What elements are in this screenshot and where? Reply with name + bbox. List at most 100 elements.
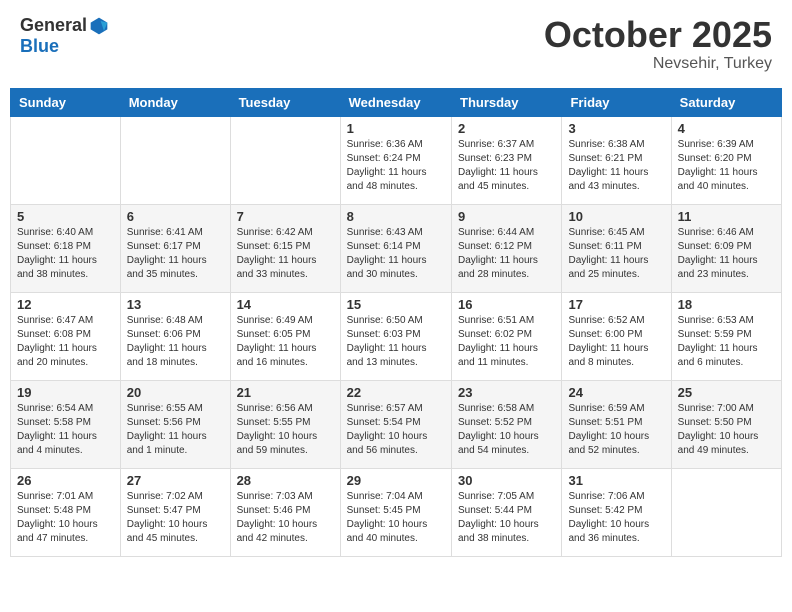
day-info: Sunrise: 6:55 AM Sunset: 5:56 PM Dayligh…: [127, 402, 224, 458]
day-number: 10: [568, 209, 664, 224]
day-number: 6: [127, 209, 224, 224]
calendar-cell: [11, 116, 121, 204]
logo-icon: [89, 16, 109, 36]
location-title: Nevsehir, Turkey: [544, 55, 772, 73]
month-title: October 2025: [544, 15, 772, 55]
day-number: 16: [458, 297, 555, 312]
day-number: 20: [127, 385, 224, 400]
week-row-5: 26Sunrise: 7:01 AM Sunset: 5:48 PM Dayli…: [11, 468, 782, 556]
day-info: Sunrise: 6:44 AM Sunset: 6:12 PM Dayligh…: [458, 226, 555, 282]
day-number: 11: [678, 209, 775, 224]
day-number: 9: [458, 209, 555, 224]
day-info: Sunrise: 6:56 AM Sunset: 5:55 PM Dayligh…: [237, 402, 334, 458]
calendar-cell: 12 Sunrise: 6:47 AM Sunset: 6:08 PM Dayli…: [11, 292, 121, 380]
title-block: October 2025 Nevsehir, Turkey: [544, 15, 772, 73]
day-info: Sunrise: 6:54 AM Sunset: 5:58 PM Dayligh…: [17, 402, 114, 458]
day-number: 17: [568, 297, 664, 312]
weekday-header-saturday: Saturday: [671, 88, 781, 116]
day-info: Sunrise: 6:37 AM Sunset: 6:23 PM Dayligh…: [458, 138, 555, 194]
calendar-cell: 29 Sunrise: 7:04 AM Sunset: 5:45 PM Dayli…: [340, 468, 451, 556]
day-info: Sunrise: 6:46 AM Sunset: 6:09 PM Dayligh…: [678, 226, 775, 282]
weekday-header-monday: Monday: [120, 88, 230, 116]
weekday-header-row: SundayMondayTuesdayWednesdayThursdayFrid…: [11, 88, 782, 116]
calendar-cell: 7 Sunrise: 6:42 AM Sunset: 6:15 PM Daylig…: [230, 204, 340, 292]
week-row-1: 1Sunrise: 6:36 AM Sunset: 6:24 PM Daylig…: [11, 116, 782, 204]
day-number: 25: [678, 385, 775, 400]
day-number: 8: [347, 209, 445, 224]
calendar-cell: 26Sunrise: 7:01 AM Sunset: 5:48 PM Dayli…: [11, 468, 121, 556]
day-number: 24: [568, 385, 664, 400]
day-info: Sunrise: 7:02 AM Sunset: 5:47 PM Dayligh…: [127, 490, 224, 546]
day-info: Sunrise: 6:38 AM Sunset: 6:21 PM Dayligh…: [568, 138, 664, 194]
day-info: Sunrise: 7:06 AM Sunset: 5:42 PM Dayligh…: [568, 490, 664, 546]
calendar-cell: 1Sunrise: 6:36 AM Sunset: 6:24 PM Daylig…: [340, 116, 451, 204]
calendar-cell: 28 Sunrise: 7:03 AM Sunset: 5:46 PM Dayli…: [230, 468, 340, 556]
day-info: Sunrise: 6:58 AM Sunset: 5:52 PM Dayligh…: [458, 402, 555, 458]
calendar-cell: 27 Sunrise: 7:02 AM Sunset: 5:47 PM Dayli…: [120, 468, 230, 556]
day-number: 28: [237, 473, 334, 488]
calendar-cell: 4 Sunrise: 6:39 AM Sunset: 6:20 PM Daylig…: [671, 116, 781, 204]
day-number: 19: [17, 385, 114, 400]
weekday-header-tuesday: Tuesday: [230, 88, 340, 116]
calendar-cell: [120, 116, 230, 204]
calendar-cell: [230, 116, 340, 204]
calendar-cell: 3 Sunrise: 6:38 AM Sunset: 6:21 PM Daylig…: [562, 116, 671, 204]
day-info: Sunrise: 6:47 AM Sunset: 6:08 PM Dayligh…: [17, 314, 114, 370]
calendar-cell: 9 Sunrise: 6:44 AM Sunset: 6:12 PM Daylig…: [452, 204, 562, 292]
day-number: 27: [127, 473, 224, 488]
calendar-cell: 16 Sunrise: 6:51 AM Sunset: 6:02 PM Dayli…: [452, 292, 562, 380]
day-number: 22: [347, 385, 445, 400]
day-number: 12: [17, 297, 114, 312]
day-number: 23: [458, 385, 555, 400]
calendar-cell: 22 Sunrise: 6:57 AM Sunset: 5:54 PM Dayli…: [340, 380, 451, 468]
day-number: 14: [237, 297, 334, 312]
day-number: 30: [458, 473, 555, 488]
calendar-cell: 19 Sunrise: 6:54 AM Sunset: 5:58 PM Dayli…: [11, 380, 121, 468]
day-number: 31: [568, 473, 664, 488]
calendar-cell: 18 Sunrise: 6:53 AM Sunset: 5:59 PM Dayli…: [671, 292, 781, 380]
day-info: Sunrise: 6:52 AM Sunset: 6:00 PM Dayligh…: [568, 314, 664, 370]
week-row-2: 5Sunrise: 6:40 AM Sunset: 6:18 PM Daylig…: [11, 204, 782, 292]
day-number: 2: [458, 121, 555, 136]
day-number: 29: [347, 473, 445, 488]
day-number: 13: [127, 297, 224, 312]
day-info: Sunrise: 7:01 AM Sunset: 5:48 PM Dayligh…: [17, 490, 114, 546]
calendar-cell: 21Sunrise: 6:56 AM Sunset: 5:55 PM Dayli…: [230, 380, 340, 468]
calendar-cell: 24Sunrise: 6:59 AM Sunset: 5:51 PM Dayli…: [562, 380, 671, 468]
calendar-cell: 20 Sunrise: 6:55 AM Sunset: 5:56 PM Dayli…: [120, 380, 230, 468]
weekday-header-wednesday: Wednesday: [340, 88, 451, 116]
day-info: Sunrise: 6:53 AM Sunset: 5:59 PM Dayligh…: [678, 314, 775, 370]
calendar-cell: 6 Sunrise: 6:41 AM Sunset: 6:17 PM Daylig…: [120, 204, 230, 292]
calendar-cell: 15Sunrise: 6:50 AM Sunset: 6:03 PM Dayli…: [340, 292, 451, 380]
day-info: Sunrise: 6:43 AM Sunset: 6:14 PM Dayligh…: [347, 226, 445, 282]
calendar-cell: 30Sunrise: 7:05 AM Sunset: 5:44 PM Dayli…: [452, 468, 562, 556]
calendar-cell: 2 Sunrise: 6:37 AM Sunset: 6:23 PM Daylig…: [452, 116, 562, 204]
logo-general-text: General: [20, 15, 87, 36]
day-info: Sunrise: 6:57 AM Sunset: 5:54 PM Dayligh…: [347, 402, 445, 458]
calendar-cell: 31 Sunrise: 7:06 AM Sunset: 5:42 PM Dayli…: [562, 468, 671, 556]
day-info: Sunrise: 7:03 AM Sunset: 5:46 PM Dayligh…: [237, 490, 334, 546]
day-number: 1: [347, 121, 445, 136]
week-row-4: 19 Sunrise: 6:54 AM Sunset: 5:58 PM Dayli…: [11, 380, 782, 468]
day-number: 7: [237, 209, 334, 224]
day-info: Sunrise: 6:49 AM Sunset: 6:05 PM Dayligh…: [237, 314, 334, 370]
day-number: 5: [17, 209, 114, 224]
weekday-header-thursday: Thursday: [452, 88, 562, 116]
day-number: 4: [678, 121, 775, 136]
calendar-table: SundayMondayTuesdayWednesdayThursdayFrid…: [10, 88, 782, 557]
logo-blue-text: Blue: [20, 36, 59, 57]
calendar-cell: 17 Sunrise: 6:52 AM Sunset: 6:00 PM Dayli…: [562, 292, 671, 380]
day-info: Sunrise: 7:04 AM Sunset: 5:45 PM Dayligh…: [347, 490, 445, 546]
day-info: Sunrise: 6:51 AM Sunset: 6:02 PM Dayligh…: [458, 314, 555, 370]
day-number: 3: [568, 121, 664, 136]
calendar-cell: 5Sunrise: 6:40 AM Sunset: 6:18 PM Daylig…: [11, 204, 121, 292]
day-info: Sunrise: 6:39 AM Sunset: 6:20 PM Dayligh…: [678, 138, 775, 194]
day-info: Sunrise: 6:41 AM Sunset: 6:17 PM Dayligh…: [127, 226, 224, 282]
weekday-header-sunday: Sunday: [11, 88, 121, 116]
day-number: 18: [678, 297, 775, 312]
calendar-cell: 13Sunrise: 6:48 AM Sunset: 6:06 PM Dayli…: [120, 292, 230, 380]
day-info: Sunrise: 7:00 AM Sunset: 5:50 PM Dayligh…: [678, 402, 775, 458]
calendar-cell: 11 Sunrise: 6:46 AM Sunset: 6:09 PM Dayli…: [671, 204, 781, 292]
day-info: Sunrise: 6:42 AM Sunset: 6:15 PM Dayligh…: [237, 226, 334, 282]
calendar-cell: [671, 468, 781, 556]
